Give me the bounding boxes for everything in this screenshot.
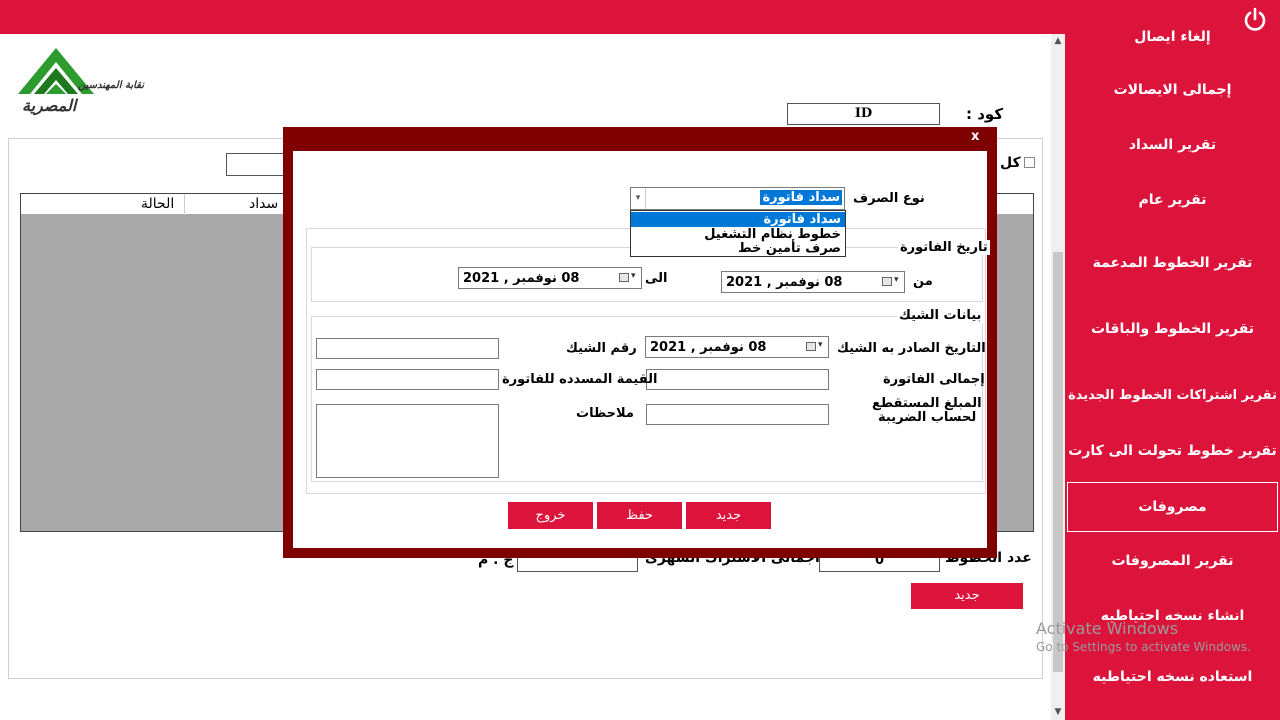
logo-text-bottom: المصرية bbox=[22, 96, 77, 115]
sidebar-item-total-receipts[interactable]: إجمالى الايصالات bbox=[1065, 82, 1280, 98]
check-issue-date-picker[interactable]: 08 نوفمبر , 2021 ▾ bbox=[645, 336, 829, 358]
sidebar-item-subsidized-lines-report[interactable]: تقرير الخطوط المدعمة bbox=[1065, 255, 1280, 271]
vertical-scrollbar[interactable]: ▲ ▼ bbox=[1051, 34, 1065, 720]
check-issue-date-value: 08 نوفمبر , 2021 bbox=[650, 340, 767, 355]
sidebar: إلغاء ايصال إجمالى الايصالات تقرير السدا… bbox=[1065, 29, 1280, 720]
dialog-exit-button[interactable]: خروج bbox=[508, 502, 593, 529]
sidebar-item-payment-report[interactable]: تقرير السداد bbox=[1065, 137, 1280, 153]
code-field[interactable]: ID bbox=[787, 103, 940, 125]
sidebar-item-lines-packages-report[interactable]: تقرير الخطوط والباقات bbox=[1065, 321, 1280, 337]
scroll-down-icon[interactable]: ▼ bbox=[1053, 707, 1063, 717]
grid-column-status[interactable]: الحالة bbox=[141, 196, 174, 212]
sidebar-item-card-lines-report[interactable]: تقرير خطوط تحولت الى كارت bbox=[1065, 443, 1280, 459]
sidebar-item-new-lines-report[interactable]: تقرير اشتراكات الخطوط الجديدة bbox=[1065, 388, 1280, 403]
check-number-field[interactable] bbox=[316, 338, 499, 359]
grid-column-separator bbox=[184, 194, 185, 215]
expense-type-dropdown-list[interactable]: سداد فاتورة خطوط نظام التشغيل صرف تأمين … bbox=[630, 210, 846, 257]
dialog-save-button[interactable]: حفظ bbox=[597, 502, 682, 529]
to-label: الى bbox=[645, 271, 668, 286]
paid-value-label: القيمة المسدده للفاتورة bbox=[502, 372, 658, 387]
invoice-total-label: إجمالى الفاتورة bbox=[883, 372, 985, 387]
check-number-label: رقم الشيك bbox=[566, 341, 637, 356]
activation-watermark-text: Go to Settings to activate Windows. bbox=[1036, 640, 1251, 654]
sidebar-item-expenses-report[interactable]: تقرير المصروفات bbox=[1065, 553, 1280, 569]
calendar-icon[interactable] bbox=[882, 277, 892, 286]
scroll-thumb[interactable] bbox=[1053, 252, 1063, 672]
chevron-down-icon[interactable]: ▾ bbox=[818, 340, 823, 350]
calendar-icon[interactable] bbox=[806, 342, 816, 351]
from-label: من bbox=[913, 274, 933, 289]
activation-watermark-title: Activate Windows bbox=[1036, 619, 1179, 638]
scroll-up-icon[interactable]: ▲ bbox=[1053, 36, 1063, 46]
calendar-icon[interactable] bbox=[619, 273, 629, 282]
to-date-picker[interactable]: 08 نوفمبر , 2021 ▾ bbox=[458, 267, 642, 289]
expense-type-label: نوع الصرف bbox=[853, 191, 925, 206]
dropdown-option-os-lines[interactable]: خطوط نظام التشغيل bbox=[631, 227, 845, 242]
expense-type-selected: سداد فاتورة bbox=[760, 190, 842, 205]
check-all-checkbox[interactable] bbox=[1024, 157, 1035, 168]
sidebar-item-general-report[interactable]: تقرير عام bbox=[1065, 192, 1280, 208]
sidebar-item-restore-backup[interactable]: استعاده نسخه احتياطيه bbox=[1065, 669, 1280, 685]
paid-value-field[interactable] bbox=[316, 369, 499, 390]
dialog-new-button[interactable]: جديد bbox=[686, 502, 771, 529]
sidebar-item-expenses[interactable]: مصروفات bbox=[1067, 482, 1278, 532]
new-button[interactable]: جديد bbox=[911, 583, 1023, 609]
tax-deducted-label-line1: المبلغ المستقطع bbox=[872, 396, 982, 411]
filter-input[interactable] bbox=[226, 153, 288, 176]
chevron-down-icon[interactable]: ▾ bbox=[631, 271, 636, 281]
invoice-total-field[interactable] bbox=[646, 369, 829, 390]
dropdown-option-line-insurance[interactable]: صرف تأمين خط bbox=[631, 241, 845, 256]
dropdown-option-invoice-payment[interactable]: سداد فاتورة bbox=[631, 212, 845, 227]
logo-text-top: نقابة المهندسين bbox=[78, 80, 145, 91]
chevron-down-icon[interactable]: ▾ bbox=[894, 275, 899, 285]
tax-deducted-field[interactable] bbox=[646, 404, 829, 425]
tax-deducted-label-line2: لحساب الضريبة bbox=[878, 410, 977, 425]
notes-label: ملاحظات bbox=[576, 406, 634, 421]
check-issue-date-label: التاريخ الصادر به الشيك bbox=[837, 341, 986, 356]
code-label: كود : bbox=[966, 105, 1004, 123]
to-date-value: 08 نوفمبر , 2021 bbox=[463, 271, 580, 286]
from-date-picker[interactable]: 08 نوفمبر , 2021 ▾ bbox=[721, 271, 905, 293]
notes-textarea[interactable] bbox=[316, 404, 499, 478]
from-date-value: 08 نوفمبر , 2021 bbox=[726, 275, 843, 290]
expense-type-select[interactable]: ▾ سداد فاتورة bbox=[630, 187, 845, 210]
check-all-label: كل bbox=[1000, 155, 1021, 171]
close-icon[interactable]: x bbox=[971, 129, 979, 144]
chevron-down-icon[interactable]: ▾ bbox=[631, 188, 646, 209]
grid-column-payment[interactable]: سداد bbox=[249, 196, 278, 212]
check-data-group-label: بيانات الشيك bbox=[897, 308, 984, 323]
invoice-date-group-label: تاريخ الفاتورة bbox=[898, 240, 990, 255]
sidebar-item-cancel-receipt[interactable]: إلغاء ايصال bbox=[1065, 29, 1280, 45]
